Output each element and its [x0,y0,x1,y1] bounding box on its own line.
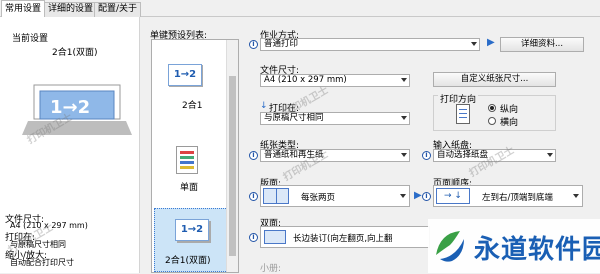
layout-value: 每张两页 [301,193,336,203]
landscape-label: 横向 [500,118,519,128]
brand-watermark: 永道软件园 [428,219,600,273]
info-icon: i [249,192,258,201]
preset-panel: 单键预设列表: 1→2 2合1 单面 1→2 2合1(双面) [140,17,246,273]
details-button[interactable]: 详细资料... [500,37,584,52]
tab-detailed-settings[interactable]: 详细的设置 [44,2,98,17]
info-zoom-value: 自动配合打印尺寸 [10,258,74,267]
preset-item[interactable]: 1→2 2合1 [154,60,224,120]
info-icon: i [249,40,258,49]
single-sided-icon [176,146,198,174]
custom-paper-size-button[interactable]: 自定义纸张尺寸... [433,72,556,87]
info-icon: i [249,151,258,160]
current-preset-label: 2合1(双面) [52,48,98,58]
media-type-select[interactable]: 普通纸和再生纸 [260,149,410,162]
preset-item[interactable]: 单面 [154,144,224,204]
preset-item-selected[interactable]: 1→2 2合1(双面) [154,208,236,272]
preset-list[interactable]: 1→2 2合1 单面 1→2 2合1(双面) [151,39,239,273]
duplex-icon [264,230,286,244]
portrait-page-icon [456,104,470,124]
tab-common-settings[interactable]: 常用设置 [1,0,46,18]
two-pages-icon [263,188,289,204]
portrait-radio[interactable] [488,104,496,112]
down-arrow-icon: ↓ [260,101,268,111]
document-preview-icon: 1→2 [22,84,132,135]
preset-label: 单面 [180,183,199,193]
preset-scrollbar[interactable] [226,40,238,272]
brand-text: 永道软件园 [474,235,600,265]
page-order-icon: → ↓ [436,188,470,204]
duplex-select[interactable]: 长边装订(向左翻页,向上翻 [260,226,430,248]
tab-bar: 常用设置 详细的设置 配置/关于 [0,0,600,18]
arrow-right-icon: ▶ [414,190,422,201]
info-icon: i [422,192,431,201]
tab-config-about[interactable]: 配置/关于 [94,2,142,17]
brand-logo-icon [436,231,464,262]
orientation-group: 打印方向 纵向 横向 [433,92,556,131]
preset-2in1-duplex-icon: 1→2 [175,219,209,241]
current-settings-header: 当前设置 [12,34,49,44]
booklet-label: 小册: [260,264,282,274]
paper-size-select[interactable]: A4 (210 x 297 mm) [260,74,410,87]
current-preview: 1→2 [22,83,132,153]
page-order-select[interactable]: → ↓ 左到右/顶端到底端 [433,185,583,207]
preset-label: 2合1 [182,101,203,111]
job-type-select[interactable]: 普通打印 [260,38,480,51]
arrow-right-icon: ▶ [487,37,495,48]
preset-2in1-icon: 1→2 [168,64,202,86]
print-on-select[interactable]: 与原稿尺寸相同 [260,112,410,125]
landscape-radio[interactable] [488,117,496,125]
preset-label: 2合1(双面) [165,256,211,266]
layout-select[interactable]: 每张两页 [260,185,410,207]
info-icon: i [249,233,258,242]
duplex-value: 长边装订(向左翻页,向上翻 [293,234,393,244]
page-order-value: 左到右/顶端到底端 [482,193,553,203]
info-icon: i [422,151,431,160]
portrait-label: 纵向 [500,105,519,115]
